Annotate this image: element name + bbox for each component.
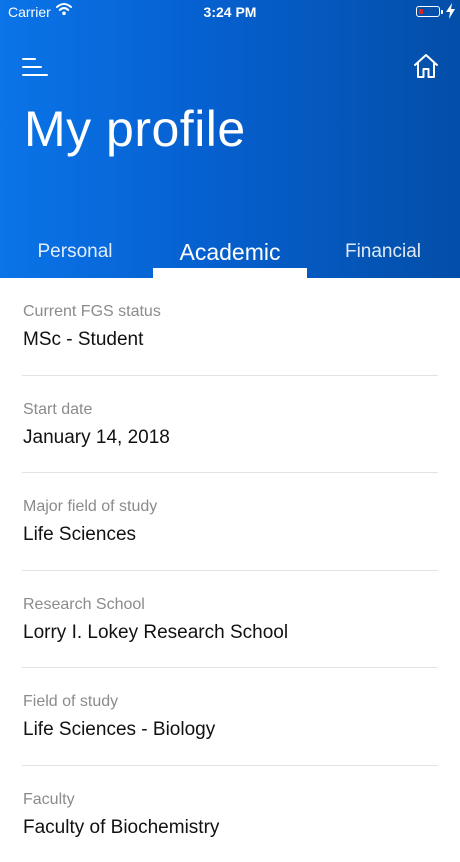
status-time: 3:24 PM (0, 4, 460, 20)
field-value: MSc - Student (23, 329, 143, 351)
field-label: Research School (23, 596, 145, 614)
home-icon[interactable] (412, 52, 440, 80)
profile-header: Carrier 3:24 PM My profile Personal Acad… (0, 0, 460, 278)
tab-personal[interactable]: Personal (0, 230, 150, 278)
field-label: Current FGS status (23, 303, 161, 321)
field-value: January 14, 2018 (23, 427, 170, 449)
field-label: Faculty (23, 791, 75, 809)
field-value: Life Sciences - Biology (23, 719, 215, 741)
list-item: Start date January 14, 2018 (22, 376, 438, 474)
list-item: Current FGS status MSc - Student (22, 278, 438, 376)
field-value: Lorry I. Lokey Research School (23, 622, 288, 644)
field-label: Major field of study (23, 498, 157, 516)
hamburger-menu-icon[interactable] (22, 56, 48, 78)
status-bar: Carrier 3:24 PM (0, 0, 460, 24)
battery-level (419, 9, 423, 14)
list-item: Field of study Life Sciences - Biology (22, 668, 438, 766)
page-title: My profile (24, 100, 246, 158)
academic-details-list: Current FGS status MSc - Student Start d… (0, 278, 460, 862)
battery-icon (416, 6, 440, 17)
battery-tip (441, 10, 443, 14)
field-value: Life Sciences (23, 524, 136, 546)
field-label: Start date (23, 401, 92, 419)
field-value: Faculty of Biochemistry (23, 817, 219, 839)
tab-financial[interactable]: Financial (306, 230, 460, 278)
list-item: Research School Lorry I. Lokey Research … (22, 571, 438, 669)
list-item: Faculty Faculty of Biochemistry (22, 766, 438, 862)
field-label: Field of study (23, 693, 118, 711)
list-item: Major field of study Life Sciences (22, 473, 438, 571)
charging-bolt-icon (446, 3, 455, 19)
active-tab-indicator (153, 268, 307, 278)
